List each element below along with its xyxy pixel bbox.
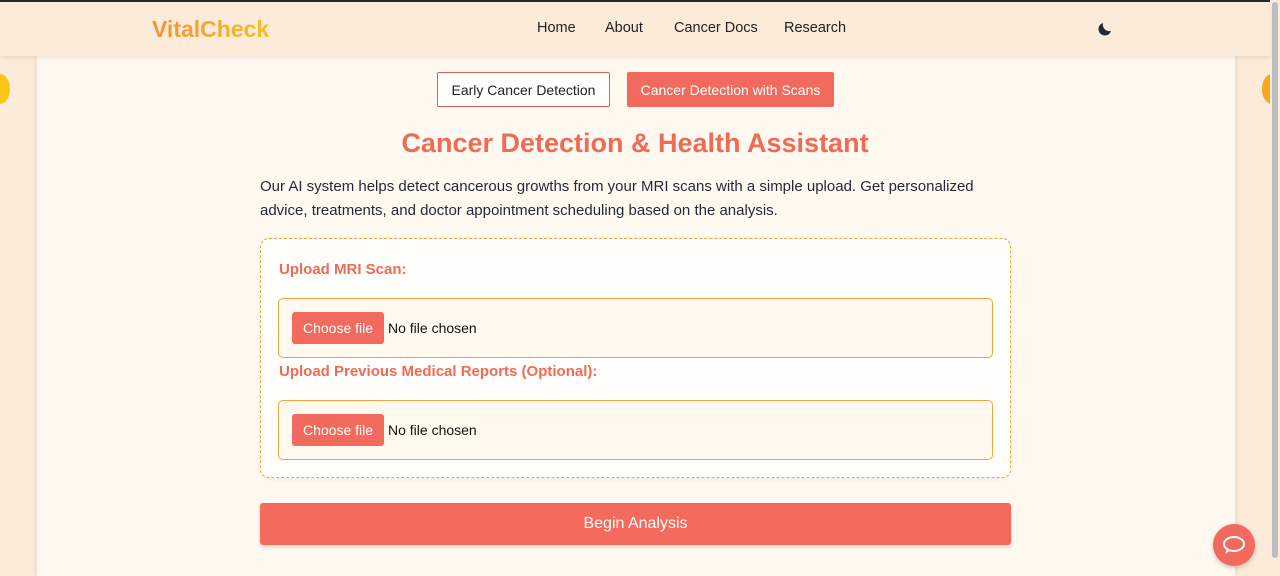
navbar: VitalCheck Home About Cancer Docs Resear… — [0, 2, 1270, 56]
page-description: Our AI system helps detect cancerous gro… — [260, 178, 974, 219]
upload-panel: Upload MRI Scan: Choose file No file cho… — [260, 238, 1011, 478]
nav-research-link[interactable]: Research — [784, 20, 846, 36]
reports-upload-label: Upload Previous Medical Reports (Optiona… — [279, 363, 598, 380]
nav-about-link[interactable]: About — [605, 20, 643, 36]
moon-icon[interactable] — [1096, 20, 1114, 38]
mri-file-input[interactable]: Choose file No file chosen — [278, 298, 993, 358]
side-decoration-left — [0, 74, 10, 104]
chat-button[interactable] — [1213, 524, 1255, 566]
mri-file-status: No file chosen — [388, 320, 477, 336]
begin-analysis-button[interactable]: Begin Analysis — [260, 503, 1011, 545]
tab-cancer-detection-scans[interactable]: Cancer Detection with Scans — [627, 72, 834, 107]
chat-bubble-icon — [1223, 536, 1245, 554]
reports-file-input[interactable]: Choose file No file chosen — [278, 400, 993, 460]
reports-choose-file-button[interactable]: Choose file — [292, 414, 384, 446]
nav-cancer-docs-link[interactable]: Cancer Docs — [674, 20, 758, 36]
brand-logo[interactable]: VitalCheck — [152, 16, 269, 43]
tab-early-cancer-detection[interactable]: Early Cancer Detection — [437, 72, 610, 107]
scrollbar-thumb[interactable] — [1272, 2, 1278, 558]
mri-choose-file-button[interactable]: Choose file — [292, 312, 384, 344]
nav-home-link[interactable]: Home — [537, 20, 576, 36]
mri-upload-label: Upload MRI Scan: — [279, 261, 407, 278]
scrollbar[interactable] — [1270, 0, 1280, 576]
page-title: Cancer Detection & Health Assistant — [401, 128, 869, 158]
reports-file-status: No file chosen — [388, 422, 477, 438]
